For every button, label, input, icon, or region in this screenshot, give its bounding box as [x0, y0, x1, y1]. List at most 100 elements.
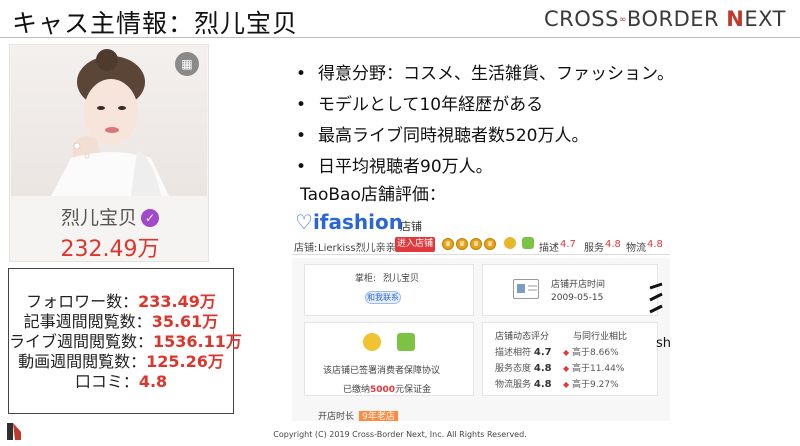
stat-value: 35.61万 — [151, 312, 219, 331]
cropped-logo-fragment — [649, 282, 663, 314]
score-value: 4.8 — [533, 363, 552, 374]
stat-value: 233.49万 — [138, 292, 216, 311]
stat-value: 125.26万 — [146, 352, 224, 371]
guarantee-panel: 该店铺已签署消费者保障协议 已缴纳5000元保证金 — [304, 322, 474, 396]
stat-row-reviews: 口コミ：4.8 — [9, 372, 233, 392]
stat-value: 4.8 — [138, 372, 168, 391]
profile-name-text: 烈儿宝贝 — [60, 207, 137, 229]
up-arrow-icon: ◆ — [563, 380, 570, 389]
taobao-shop-panel: ♡ifashion 店铺 店铺: Lierkiss烈儿亲亲 进入店铺 ♛ ♛ ♛… — [292, 208, 670, 421]
shield-icon — [522, 237, 534, 249]
score-compare-text: 高于11.44% — [572, 364, 625, 374]
score-compare: ◆ 高于9.27% — [563, 377, 619, 390]
shop-info-bar: 店铺: Lierkiss烈儿亲亲 进入店铺 ♛ ♛ ♛ ♛ 描述 4.7 服务 … — [292, 235, 670, 255]
brand-accent: N — [726, 7, 745, 31]
medal-icon — [504, 237, 516, 249]
dynamic-score-panel: 店铺动态评分 与同行业相比 描述相符 4.7 ◆ 高于8.66% 服务态度 4.… — [482, 322, 658, 396]
service-label: 服务 — [584, 243, 604, 254]
store-prefix: 店铺: — [294, 243, 318, 254]
score-row: 物流服务 4.8 — [495, 377, 552, 390]
brand-end: EXT — [744, 7, 786, 31]
guarantee-medal-icon — [363, 333, 381, 351]
score-compare: ◆ 高于11.44% — [563, 361, 624, 374]
tenure-label: 开店时长 — [318, 412, 355, 421]
score-compare-text: 高于9.27% — [572, 380, 619, 390]
guarantee-prefix: 已缴纳 — [343, 385, 371, 395]
stat-row-followers: フォロワー数：233.49万 — [9, 292, 233, 312]
score-row: 描述相符 4.7 — [495, 345, 552, 358]
footer-copyright: Copyright (C) 2019 Cross-Border Next, In… — [273, 430, 527, 439]
guarantee-amount: 5000 — [370, 385, 396, 395]
guarantee-shield-icon — [397, 333, 415, 351]
enter-store-button[interactable]: 进入店铺 — [395, 237, 435, 252]
rating-title: TaoBao店舗評価： — [300, 185, 446, 205]
stat-label: 記事週間閲覧数： — [23, 312, 152, 331]
profile-follower-count: 232.49万 — [60, 237, 160, 262]
bullet-text: モデルとして10年経歴がある — [318, 95, 544, 115]
bullet-dot-icon: • — [296, 64, 307, 84]
score-compare-text: 高于8.66% — [572, 348, 619, 358]
bullet-dot-icon: • — [296, 157, 307, 177]
up-arrow-icon: ◆ — [563, 364, 570, 373]
brand-infinity-icon: ∞ — [618, 15, 627, 25]
profile-card: ▦ 烈儿宝贝 ✓ 232.49万 — [9, 44, 209, 262]
score-compare: ◆ 高于8.66% — [563, 345, 619, 358]
contact-me-button[interactable]: 和我联系 — [365, 291, 401, 304]
profile-name: 烈儿宝贝 ✓ — [10, 203, 210, 230]
owner-label: 掌柜: — [355, 274, 377, 284]
feature-bullet-list: • 得意分野：コスメ、生活雑貨、ファッション。 • モデルとして10年経歴がある •… — [296, 60, 674, 184]
title-divider — [0, 37, 800, 38]
bullet-dot-icon: • — [296, 126, 307, 146]
store-name-link[interactable]: Lierkiss烈儿亲亲 — [318, 239, 396, 254]
guarantee-line1: 该店铺已签署消费者保障协议 — [323, 366, 441, 376]
bullet-item: • 最高ライブ同時視聴者数520万人。 — [296, 122, 674, 153]
profile-photo: ▦ — [11, 46, 207, 196]
guarantee-suffix: 元保证金 — [395, 385, 432, 395]
up-arrow-icon: ◆ — [563, 348, 570, 357]
score-label: 服务态度 — [495, 364, 532, 374]
id-card-icon — [513, 279, 539, 299]
ifashion-text: ifashion — [312, 210, 403, 234]
score-row: 服务态度 4.8 — [495, 361, 552, 374]
verified-icon: ✓ — [141, 209, 159, 227]
desc-score: 4.7 — [560, 239, 576, 250]
score-value: 4.8 — [533, 379, 552, 390]
stats-box: フォロワー数：233.49万 記事週間閲覧数：35.61万 ライブ週間閲覧数：1… — [8, 268, 242, 414]
owner-panel: 掌柜: 烈儿宝贝 和我联系 — [304, 264, 474, 316]
guarantee-line2: 已缴纳5000元保证金 — [343, 377, 431, 396]
stat-row-article-views: 記事週間閲覧数：35.61万 — [9, 312, 233, 332]
bullet-text: 日平均視聴者90万人。 — [318, 157, 493, 177]
desc-label: 描述 — [539, 243, 559, 254]
open-time-panel: 店铺开店时间 2009-05-15 — [482, 264, 658, 316]
bullet-dot-icon: • — [296, 95, 307, 115]
tenure-badge: 9年老店 — [359, 411, 398, 421]
stat-label: ライブ週間閲覧数： — [9, 332, 154, 351]
crown-icon: ♛ — [456, 238, 468, 250]
shop-detail-body: 掌柜: 烈儿宝贝 和我联系 店铺开店时间 2009-05-15 该店铺已签署消费… — [292, 258, 670, 421]
tenure-row: 开店时长 9年老店 — [318, 404, 398, 421]
dynamic-score-label: 店铺动态评分 — [495, 332, 550, 342]
store-label: 店铺 — [400, 220, 422, 233]
brand-logo: CROSS∞BORDER NEXT — [544, 7, 786, 31]
bullet-item: • モデルとして10年経歴がある — [296, 91, 674, 122]
bullet-text: 得意分野：コスメ、生活雑貨、ファッション。 — [318, 64, 674, 84]
crown-icon: ♛ — [484, 238, 496, 250]
stat-row-live-views: ライブ週間閲覧数：1536.11万 — [9, 332, 242, 352]
score-value: 4.7 — [533, 347, 552, 358]
service-score: 4.8 — [605, 239, 621, 250]
owner-name: 烈儿宝贝 — [383, 274, 420, 284]
stat-label: 口コミ： — [74, 372, 139, 391]
stat-label: 動画週間閲覧数： — [18, 352, 147, 371]
compare-label: 与同行业相比 — [573, 332, 628, 342]
brand-left: CROSS — [543, 7, 619, 31]
score-label: 物流服务 — [495, 380, 532, 390]
brand-right: BORDER — [626, 7, 720, 31]
stat-row-video-views: 動画週間閲覧数：125.26万 — [9, 352, 233, 372]
open-date: 2009-05-15 — [551, 293, 604, 303]
page-title: キャス主情報：烈儿宝贝 — [12, 9, 299, 38]
crown-icon: ♛ — [442, 238, 454, 250]
bullet-text: 最高ライブ同時視聴者数520万人。 — [318, 126, 589, 146]
open-time-label: 店铺开店时间 — [551, 280, 606, 290]
qr-code-icon[interactable]: ▦ — [175, 52, 199, 76]
heart-v-icon: ♡ — [295, 210, 313, 234]
